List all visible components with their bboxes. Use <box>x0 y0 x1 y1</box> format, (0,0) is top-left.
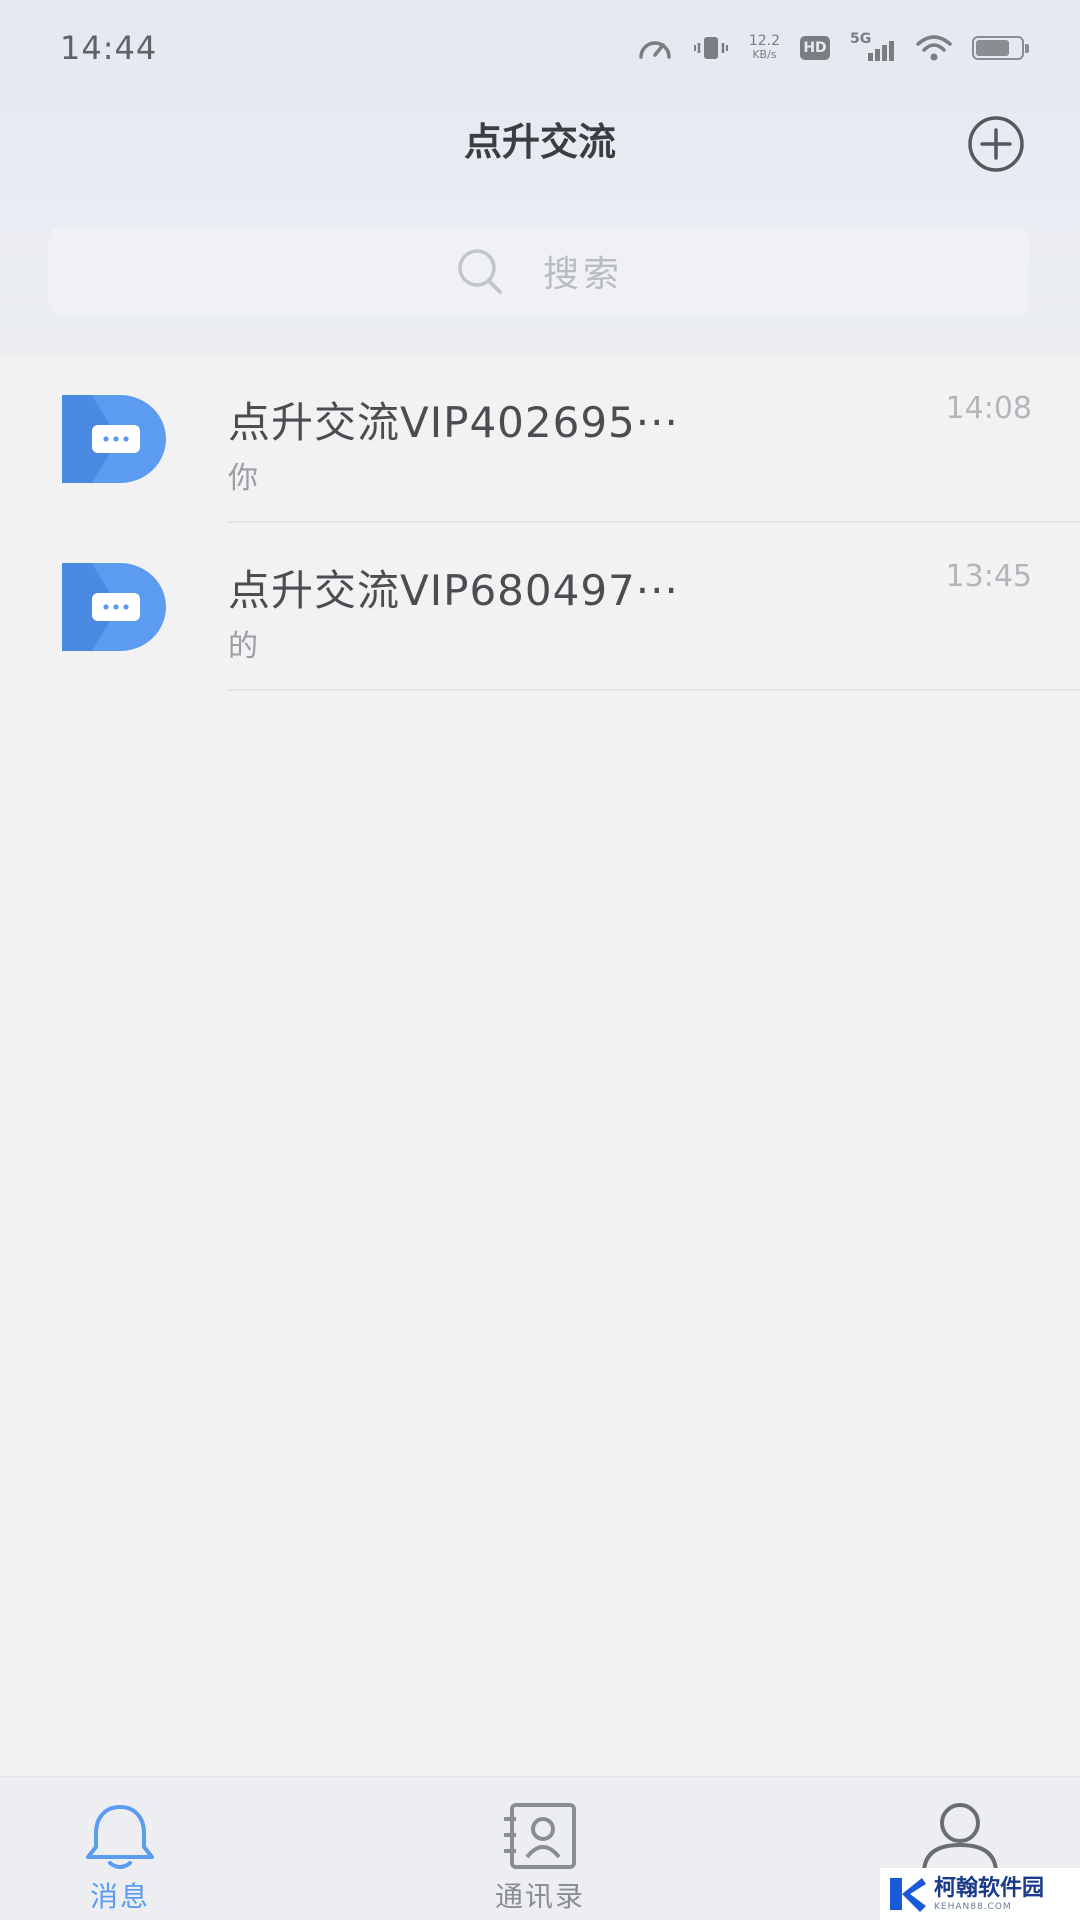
watermark-text: 柯翰软件园 KEHAN88.COM <box>934 1876 1044 1912</box>
tab-contacts[interactable]: 通讯录 <box>440 1777 640 1920</box>
conversation-row[interactable]: 点升交流VIP680497··· 的 13:45 <box>0 523 1080 691</box>
search-placeholder: 搜索 <box>542 254 623 295</box>
status-bar: 14:44 12.2 KB/s HD 5G <box>0 0 1080 96</box>
conversation-preview: 的 <box>228 629 258 664</box>
net-speed: 12.2 KB/s <box>749 34 780 62</box>
add-button[interactable] <box>966 114 1026 174</box>
conversation-name: 点升交流VIP402695··· <box>228 398 679 447</box>
tab-label: 消息 <box>89 1880 150 1913</box>
conversation-preview: 你 <box>228 461 258 496</box>
watermark: 柯翰软件园 KEHAN88.COM <box>880 1868 1080 1920</box>
plus-circle-icon <box>968 116 1024 172</box>
speedometer-icon <box>637 33 673 63</box>
kehan-logo <box>890 1878 926 1912</box>
tab-label: 通讯录 <box>494 1880 585 1913</box>
net-speed-unit: KB/s <box>752 48 777 61</box>
status-icons: 12.2 KB/s HD 5G <box>637 31 1029 63</box>
hd-icon: HD <box>800 36 830 60</box>
conversation-time: 14:08 <box>945 391 1032 426</box>
conversation-list: 点升交流VIP402695··· 你 14:08 点升交流VIP680497··… <box>0 355 1080 691</box>
watermark-sub: KEHAN88.COM <box>934 1902 1012 1912</box>
contacts-icon <box>504 1803 576 1869</box>
divider <box>228 689 1080 691</box>
app-logo-avatar <box>62 563 166 651</box>
page-title: 点升交流 <box>463 119 616 164</box>
user-icon <box>922 1803 998 1873</box>
signal-icon: 5G <box>850 31 896 63</box>
watermark-main: 柯翰软件园 <box>934 1876 1045 1901</box>
status-time: 14:44 <box>60 29 158 67</box>
battery-fill <box>976 40 1009 56</box>
conversation-row[interactable]: 点升交流VIP402695··· 你 14:08 <box>0 355 1080 523</box>
vibrate-icon <box>693 33 729 63</box>
screen: 14:44 12.2 KB/s HD 5G 点升交流 搜索 点升交流VIP402… <box>0 0 1080 1920</box>
conversation-time: 13:45 <box>945 559 1032 594</box>
search-icon <box>458 249 502 294</box>
tab-messages[interactable]: 消息 <box>20 1777 220 1920</box>
search-input[interactable]: 搜索 <box>48 226 1030 316</box>
bell-icon <box>86 1805 154 1869</box>
conversation-name: 点升交流VIP680497··· <box>228 566 679 615</box>
title-bar: 点升交流 <box>0 96 1080 180</box>
net-speed-value: 12.2 <box>748 33 780 49</box>
battery-icon <box>972 36 1029 60</box>
wifi-icon <box>916 34 952 62</box>
app-logo-avatar <box>62 395 166 483</box>
